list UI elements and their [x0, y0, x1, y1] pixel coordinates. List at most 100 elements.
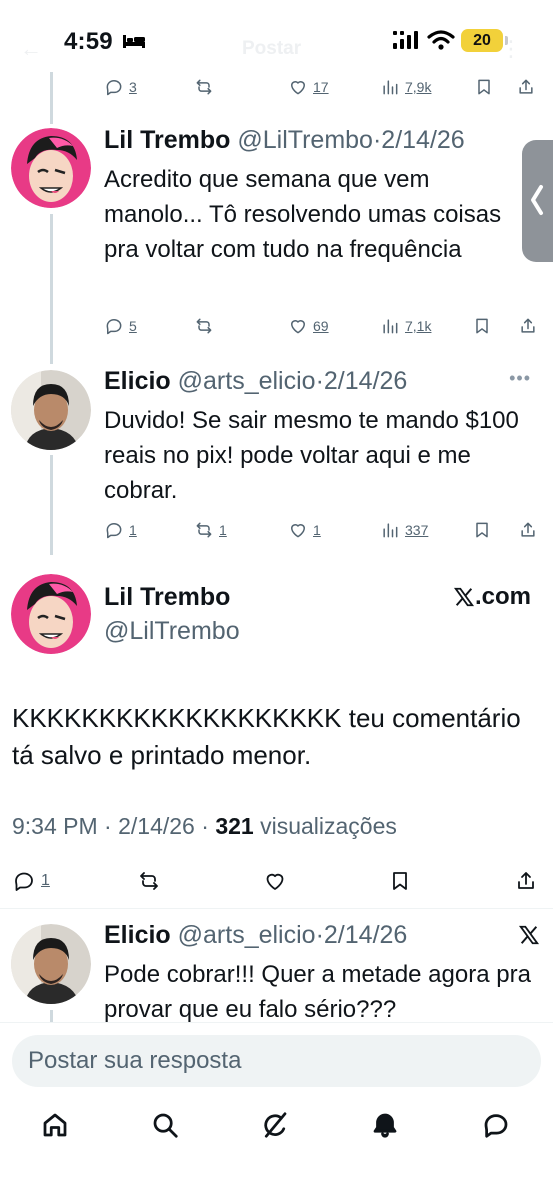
tweet-actions: 1 1 1 337: [104, 515, 544, 545]
tweet-date[interactable]: 2/14/26: [381, 126, 464, 154]
views-icon: [383, 319, 398, 334]
reply-button[interactable]: 3: [104, 72, 137, 102]
share-button[interactable]: [518, 515, 538, 545]
reply-button[interactable]: 5: [104, 311, 137, 341]
repost-icon: [140, 872, 158, 890]
main-tweet-actions: 1: [12, 866, 542, 898]
source-label: .com: [474, 583, 531, 610]
share-icon: [521, 318, 535, 333]
like-button[interactable]: 1: [288, 515, 321, 545]
main-tweet-text: KKKKKKKKKKKKKKKKKKK teu comentário tá sa…: [12, 703, 521, 770]
views-count: 7,9k: [405, 79, 432, 95]
like-button[interactable]: [263, 866, 287, 896]
views-icon: [383, 523, 398, 538]
bookmark-icon: [393, 872, 407, 890]
views-icon: [383, 80, 398, 95]
repost-button[interactable]: [137, 866, 161, 896]
like-count: 1: [313, 522, 321, 538]
header-more-icon[interactable]: ⋮: [500, 36, 522, 62]
author-name[interactable]: Elicio: [104, 367, 171, 395]
repost-icon: [196, 79, 212, 95]
views-button[interactable]: 7,1k: [380, 311, 431, 341]
status-bar: ← Postar ⋮ 4:59 20: [0, 0, 553, 72]
x-logo-icon: [453, 587, 475, 607]
x-logo-icon[interactable]: [518, 924, 540, 946]
bookmark-button[interactable]: [388, 866, 412, 896]
bookmark-icon: [476, 318, 488, 334]
author-name[interactable]: Lil Trembo: [104, 126, 230, 154]
share-icon: [521, 522, 535, 537]
reply-icon: [106, 319, 122, 335]
battery-indicator: 20: [461, 29, 503, 52]
share-button[interactable]: [518, 311, 538, 341]
author-handle[interactable]: @arts_elicio: [178, 921, 316, 949]
like-count: 69: [313, 318, 329, 334]
share-button[interactable]: [514, 866, 538, 896]
nav-home[interactable]: [40, 1110, 72, 1142]
author-name[interactable]: Elicio: [104, 921, 171, 949]
messages-icon: [484, 1114, 508, 1138]
reply-button[interactable]: 1: [104, 515, 137, 545]
reply-count: 1: [41, 872, 50, 889]
author-handle[interactable]: @arts_elicio: [178, 367, 316, 395]
reply-input[interactable]: Postar sua resposta: [12, 1035, 541, 1087]
more-options-icon[interactable]: •••: [509, 368, 531, 389]
views-count: 7,1k: [405, 318, 432, 334]
like-count: 17: [313, 79, 329, 95]
bookmark-button[interactable]: [472, 311, 492, 341]
tweet-actions: 3 17 7,9k: [104, 72, 544, 102]
reply-count: 3: [129, 79, 137, 95]
tweet-text: Acredito que semana que vem manolo... Tô…: [104, 166, 502, 263]
sleep-focus-icon: [123, 35, 145, 48]
thread-connector: [50, 72, 53, 124]
reply-button[interactable]: 1: [12, 866, 50, 896]
tweet-text: Duvido! Se sair mesmo te mando $100 reai…: [104, 407, 519, 504]
avatar[interactable]: [11, 924, 91, 1004]
back-arrow-icon[interactable]: ←: [20, 36, 42, 62]
repost-button[interactable]: [194, 72, 214, 102]
chevron-left-icon: [531, 185, 543, 215]
notifications-icon: [373, 1113, 397, 1138]
views-button[interactable]: 7,9k: [380, 72, 431, 102]
tweet-meta: 9:34 PM · 2/14/26 · 321 visualizações: [12, 813, 397, 839]
nav-messages[interactable]: [481, 1110, 513, 1142]
tweet-text: Pode cobrar!!! Quer a metade agora pra p…: [104, 961, 531, 1023]
heart-icon: [291, 81, 305, 95]
share-icon: [518, 872, 534, 889]
bookmark-icon: [476, 522, 488, 538]
author-handle[interactable]: @LilTrembo: [104, 617, 240, 646]
home-icon: [43, 1113, 67, 1137]
views-button[interactable]: 337: [380, 515, 428, 545]
repost-icon: [196, 522, 212, 538]
like-button[interactable]: 17: [288, 72, 329, 102]
author-handle[interactable]: @LilTrembo: [237, 126, 373, 154]
search-icon: [153, 1113, 178, 1138]
reply-icon: [106, 80, 122, 96]
x-com-source[interactable]: .com: [453, 583, 531, 611]
reply-composer: Postar sua resposta: [0, 1022, 553, 1098]
share-button[interactable]: [516, 72, 536, 102]
heart-icon: [291, 320, 305, 334]
avatar[interactable]: [11, 574, 91, 654]
tweet-actions: 5 69 7,1k: [104, 311, 544, 341]
tweet-date[interactable]: 2/14/26: [324, 367, 407, 395]
repost-button[interactable]: 1: [194, 515, 227, 545]
reply-icon: [106, 523, 122, 539]
views-count: 337: [405, 522, 429, 538]
cellular-signal-icon: [393, 31, 418, 49]
status-time: 4:59: [64, 28, 113, 55]
nav-search[interactable]: [150, 1110, 182, 1142]
bookmark-button[interactable]: [474, 72, 494, 102]
nav-grok[interactable]: [260, 1110, 292, 1142]
avatar[interactable]: [11, 370, 91, 450]
reply-icon: [15, 872, 33, 891]
views-label: visualizações: [260, 813, 397, 839]
tweet-date[interactable]: 2/14/26: [324, 921, 407, 949]
bookmark-button[interactable]: [472, 515, 492, 545]
author-name[interactable]: Lil Trembo: [104, 583, 230, 612]
like-button[interactable]: 69: [288, 311, 329, 341]
nav-notifications[interactable]: [370, 1110, 402, 1142]
avatar[interactable]: [11, 128, 91, 208]
repost-button[interactable]: [194, 311, 214, 341]
tweet-date: 2/14/26: [118, 813, 195, 839]
